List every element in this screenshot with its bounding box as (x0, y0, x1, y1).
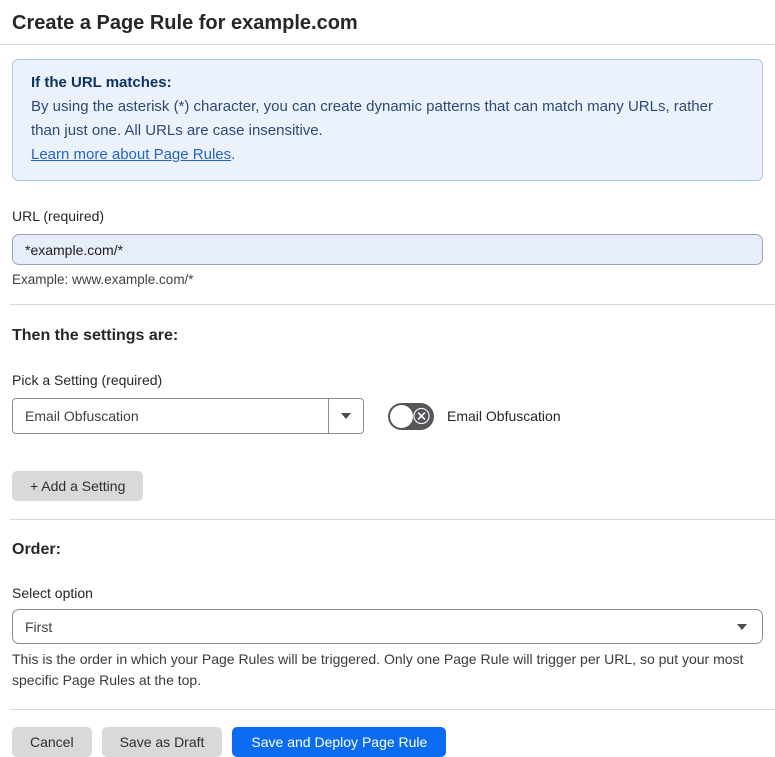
order-section-heading: Order: (12, 541, 61, 558)
footer-divider (10, 709, 775, 710)
url-label: URL (required) (12, 208, 105, 224)
caret-down-icon (341, 413, 351, 419)
footer-actions: Cancel Save as Draft Save and Deploy Pag… (12, 727, 763, 757)
toggle-label: Email Obfuscation (447, 408, 561, 424)
url-example-helper: Example: www.example.com/* (12, 272, 194, 287)
setting-row: Email Obfuscation Email Obfuscation (12, 398, 763, 434)
setting-select[interactable]: Email Obfuscation (12, 398, 364, 434)
order-helper-text: This is the order in which your Page Rul… (12, 651, 744, 688)
page-rule-form: Create a Page Rule for example.com If th… (0, 0, 775, 757)
title-divider (0, 44, 775, 45)
toggle-knob (390, 404, 413, 428)
caret-wrap (737, 623, 762, 630)
setting-select-arrow-button[interactable] (328, 399, 363, 433)
save-as-draft-button[interactable]: Save as Draft (101, 727, 223, 757)
email-obfuscation-toggle-group: Email Obfuscation (388, 402, 561, 430)
email-obfuscation-toggle[interactable] (388, 402, 434, 430)
link-suffix: . (231, 146, 236, 163)
info-box-body-text: By using the asterisk (*) character, you… (31, 98, 713, 139)
url-input[interactable] (12, 234, 763, 265)
info-box-body: By using the asterisk (*) character, you… (31, 95, 744, 167)
learn-more-link[interactable]: Learn more about Page Rules (31, 146, 231, 163)
cancel-button[interactable]: Cancel (12, 727, 92, 757)
add-setting-button[interactable]: + Add a Setting (12, 471, 144, 501)
info-box-heading: If the URL matches: (31, 74, 172, 91)
caret-down-icon (737, 623, 747, 630)
order-select[interactable]: First (12, 609, 763, 644)
x-circle-icon (413, 407, 430, 425)
select-option-label: Select option (12, 585, 93, 601)
section-divider (10, 519, 775, 520)
order-select-value: First (25, 618, 53, 635)
url-matches-info-box: If the URL matches: By using the asteris… (12, 59, 763, 181)
section-divider (10, 304, 775, 305)
pick-setting-label: Pick a Setting (required) (12, 372, 163, 388)
settings-section-heading: Then the settings are: (12, 327, 179, 344)
setting-select-value: Email Obfuscation (25, 408, 139, 424)
page-title: Create a Page Rule for example.com (12, 12, 358, 34)
save-and-deploy-button[interactable]: Save and Deploy Page Rule (232, 727, 447, 757)
